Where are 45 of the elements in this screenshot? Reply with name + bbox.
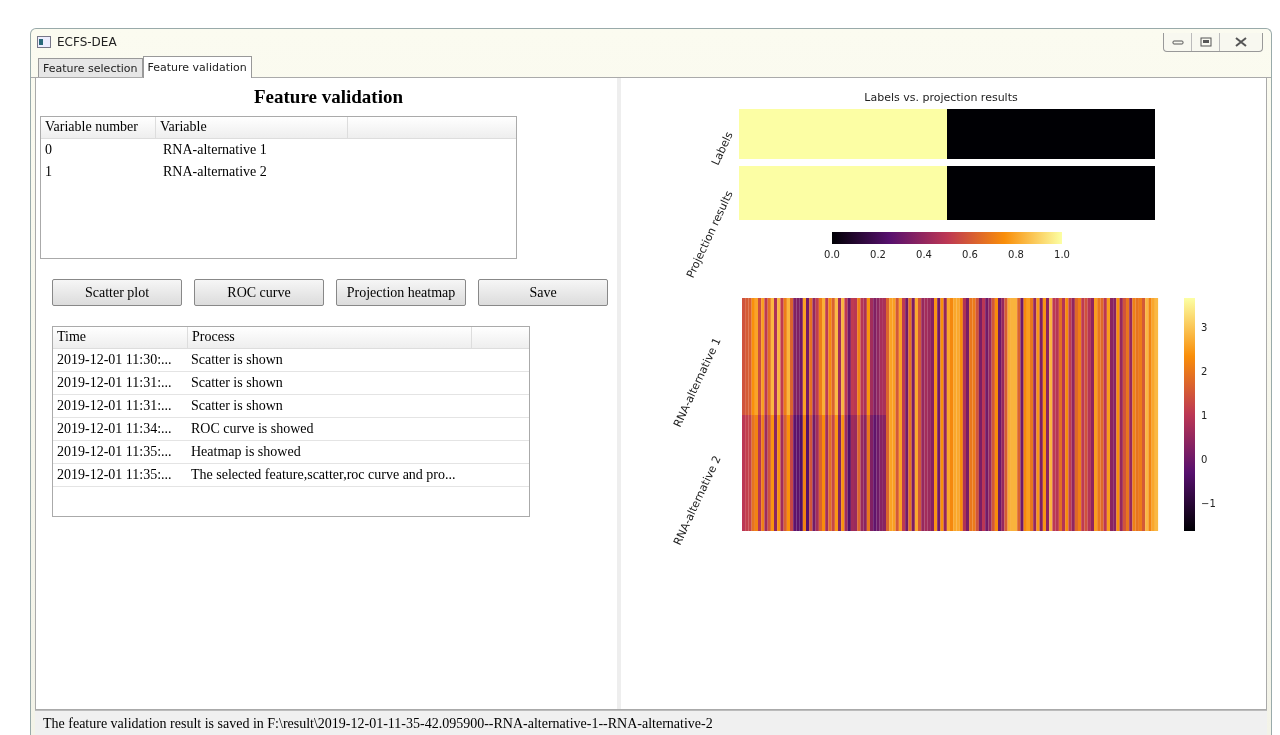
tab[interactable]: Feature selection	[38, 58, 143, 77]
column-header[interactable]: Variable number	[41, 117, 156, 138]
tick-label: 1.0	[1054, 249, 1070, 260]
minimize-icon	[1171, 37, 1184, 46]
tick-label: 0.2	[870, 249, 886, 260]
table-cell-text: 2019-12-01 11:34:...	[56, 421, 173, 437]
tick-label: 0.6	[962, 249, 978, 260]
action-button[interactable]: ROC curve	[194, 279, 324, 306]
action-button[interactable]: Projection heatmap	[336, 279, 466, 306]
tick-label: 2	[1201, 366, 1208, 377]
tick-label: −1	[1201, 498, 1216, 509]
tick-label: 1	[1201, 410, 1208, 421]
table-cell-text: ROC curve is showed	[190, 421, 315, 437]
tick-label: 0.8	[1008, 249, 1024, 260]
table-cell-text: Heatmap is showed	[190, 444, 302, 460]
close-icon	[1235, 36, 1247, 47]
tab[interactable]: Feature validation	[142, 56, 252, 78]
tick-label: 0	[1201, 454, 1208, 465]
table-cell-text: 2019-12-01 11:35:...	[56, 467, 173, 483]
column-header[interactable]: Process	[188, 327, 472, 348]
table-cell-text: 2019-12-01 11:30:...	[56, 352, 173, 368]
table-cell-text: Scatter is shown	[190, 398, 284, 414]
table-cell-text: 2019-12-01 11:31:...	[56, 375, 173, 391]
window-title: ECFS-DEA	[57, 35, 117, 49]
table-cell-text: 1	[44, 164, 53, 180]
table-cell-text: 0	[44, 142, 53, 158]
tick-label: 0.0	[824, 249, 840, 260]
app-icon	[37, 36, 51, 48]
chart-title: Labels vs. projection results	[864, 91, 1018, 104]
table-cell-text: RNA-alternative 1	[162, 142, 268, 158]
table-cell-text: RNA-alternative 2	[162, 164, 268, 180]
column-header[interactable]: Time	[53, 327, 188, 348]
action-button[interactable]: Save	[478, 279, 608, 306]
column-header[interactable]: Variable	[156, 117, 348, 138]
tick-label: 3	[1201, 322, 1208, 333]
page-heading: Feature validation	[253, 86, 404, 108]
tick-label: 0.4	[916, 249, 932, 260]
table-cell-text: Scatter is shown	[190, 375, 284, 391]
maximize-icon	[1199, 36, 1212, 47]
table-cell-text: 2019-12-01 11:31:...	[56, 398, 173, 414]
table-cell-text: 2019-12-01 11:35:...	[56, 444, 173, 460]
status-bar: The feature validation result is saved in F:\result\2019-12-01-11-35-42.095900--RNA-alternative-1--RNA-alternative-2	[35, 710, 1267, 735]
table-cell-text: The selected feature,scatter,roc curve and pro...	[190, 467, 457, 483]
action-button[interactable]: Scatter plot	[52, 279, 182, 306]
table-cell-text: Scatter is shown	[190, 352, 284, 368]
